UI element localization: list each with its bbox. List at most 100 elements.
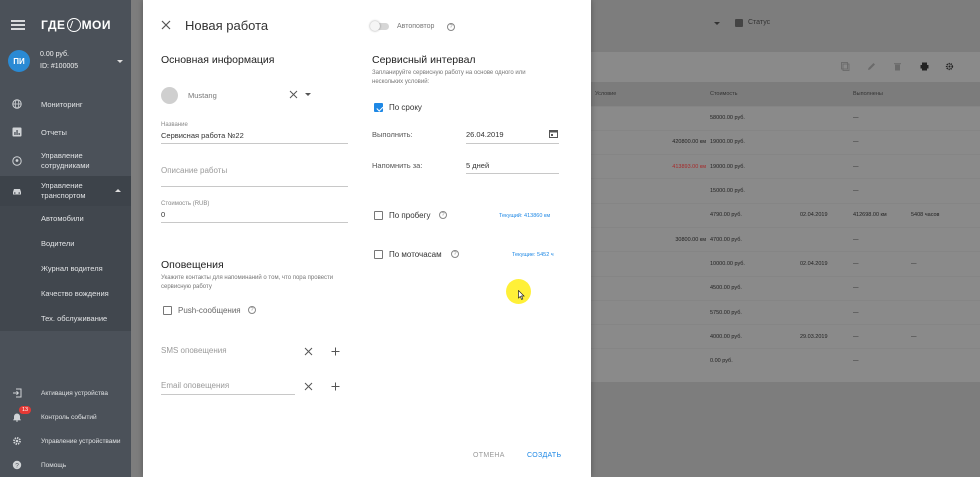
print-icon[interactable]: [920, 62, 929, 71]
table-row[interactable]: 30800.00 км 4700.00 руб. —: [591, 226, 980, 252]
autorepeat-toggle[interactable]: [370, 21, 389, 31]
settings-icon[interactable]: [945, 62, 954, 71]
create-button[interactable]: СОЗДАТЬ: [527, 452, 561, 459]
calendar-icon[interactable]: [549, 129, 558, 138]
sidebar-item-transport[interactable]: Управление транспортом: [0, 176, 131, 206]
remind-underline: [466, 173, 559, 174]
done-cell: —: [849, 348, 907, 374]
chevron-down-icon[interactable]: [305, 93, 311, 96]
date-cell: [796, 129, 849, 155]
execute-date-input[interactable]: 26.04.2019: [466, 130, 504, 139]
table-row[interactable]: 5750.00 руб. —: [591, 299, 980, 325]
sidebar-subitem-drivers[interactable]: Водители: [0, 231, 131, 256]
app-logo[interactable]: ГДЕ МОИ: [41, 18, 111, 32]
dialog-title: Новая работа: [185, 18, 269, 33]
sidebar-subitem-maintenance[interactable]: Тех. обслуживание: [0, 306, 131, 331]
sidebar-item-label: Управление транспортом: [41, 181, 86, 200]
help-icon[interactable]: ?: [439, 211, 447, 219]
help-icon[interactable]: ?: [447, 23, 455, 31]
by-date-checkbox[interactable]: [374, 103, 383, 112]
cost-cell: 10000.00 руб.: [706, 251, 796, 277]
help-icon[interactable]: ?: [248, 306, 256, 314]
condition-cell: [591, 275, 706, 301]
sms-input[interactable]: SMS оповещения: [161, 346, 227, 355]
date-cell: [796, 178, 849, 204]
close-icon[interactable]: [161, 20, 171, 30]
condition-cell: [591, 348, 706, 374]
logo-pin-icon: [66, 18, 81, 32]
chevron-down-icon[interactable]: [714, 22, 720, 25]
gear-icon: [13, 437, 21, 445]
hours-cell: [907, 226, 980, 252]
cost-input[interactable]: 0: [161, 210, 165, 219]
sidebar-item-label: Мониторинг: [41, 99, 83, 109]
description-input[interactable]: Описание работы: [161, 166, 227, 175]
by-hours-label: По моточасам: [389, 250, 442, 259]
sidebar-item-reports[interactable]: Отчеты: [0, 118, 131, 146]
condition-cell: [591, 105, 706, 131]
date-cell: [796, 105, 849, 131]
table-row[interactable]: 4790.00 руб. 02.04.2019 412698.00 км 5408 ч…: [591, 202, 980, 228]
push-checkbox[interactable]: [163, 306, 172, 315]
table-row[interactable]: 15000.00 руб. —: [591, 178, 980, 204]
column-header: Выполнены: [849, 82, 907, 106]
vehicle-avatar: [161, 87, 178, 104]
chevron-up-icon: [115, 189, 121, 192]
help-icon[interactable]: ?: [451, 250, 459, 258]
sidebar-subitem-driving-quality[interactable]: Качество вождения: [0, 281, 131, 306]
status-checkbox[interactable]: [735, 19, 743, 27]
sidebar-subitem-driver-log[interactable]: Журнал водителя: [0, 256, 131, 281]
clear-sms-icon[interactable]: [304, 347, 313, 356]
sidebar-subitem-cars[interactable]: Автомобили: [0, 206, 131, 231]
execute-label: Выполнить:: [372, 130, 413, 139]
table-row[interactable]: 420800.00 км 19000.00 руб. —: [591, 129, 980, 155]
sidebar-item-events[interactable]: 13 Контроль событий: [0, 405, 131, 429]
table-row[interactable]: 413893.00 км 19000.00 руб. —: [591, 154, 980, 179]
table-row[interactable]: 4500.00 руб. —: [591, 275, 980, 301]
remind-input[interactable]: 5 дней: [466, 161, 489, 170]
add-sms-icon[interactable]: [331, 347, 340, 356]
table-row[interactable]: 10000.00 руб. 02.04.2019— —: [591, 251, 980, 277]
table-row[interactable]: 4000.00 руб. 29.03.2019— —: [591, 324, 980, 349]
name-input[interactable]: Сервисная работа №22: [161, 131, 244, 140]
autorepeat-label: Автоповтор: [397, 23, 435, 30]
cost-label: Стоимость (RUB): [161, 201, 210, 207]
account-switcher[interactable]: ПИ 0.00 руб. ID: #100005: [0, 50, 131, 80]
current-mileage: Текущий: 413860 км: [499, 213, 551, 219]
sidebar-item-device-activation[interactable]: Активация устройства: [0, 381, 131, 405]
execute-underline: [466, 143, 559, 144]
email-underline: [161, 394, 295, 395]
email-input[interactable]: Email оповещения: [161, 381, 229, 390]
cancel-button[interactable]: ОТМЕНА: [473, 452, 505, 459]
by-mileage-checkbox[interactable]: [374, 211, 383, 220]
sidebar-header: ГДЕ МОИ: [0, 0, 131, 50]
push-label: Push-сообщения: [178, 306, 241, 315]
hours-cell: —: [907, 251, 980, 277]
by-hours-checkbox[interactable]: [374, 250, 383, 259]
vehicle-select-value[interactable]: Mustang: [188, 91, 217, 100]
add-email-icon[interactable]: [331, 382, 340, 391]
sidebar-item-devices[interactable]: Управление устройствами: [0, 429, 131, 453]
condition-cell: 30800.00 км: [591, 226, 706, 252]
copy-icon[interactable]: [841, 62, 850, 71]
sidebar-item-employees[interactable]: Управление сотрудниками: [0, 146, 131, 176]
sidebar-item-monitoring[interactable]: Мониторинг: [0, 90, 131, 118]
current-hours: Текущие: 5452 ч: [512, 252, 554, 258]
menu-icon[interactable]: [11, 20, 25, 30]
done-cell: —: [849, 275, 907, 301]
clear-email-icon[interactable]: [304, 382, 313, 391]
notification-badge: 13: [19, 406, 32, 414]
cost-cell: 15000.00 руб.: [706, 178, 796, 204]
status-filter-label: Статус: [748, 19, 771, 26]
sidebar-item-help[interactable]: ? Помощь: [0, 453, 131, 477]
name-label: Название: [161, 122, 188, 128]
clear-vehicle-icon[interactable]: [289, 90, 298, 99]
table-row[interactable]: 58000.00 руб. —: [591, 105, 980, 131]
edit-icon[interactable]: [867, 62, 876, 71]
delete-icon[interactable]: [893, 62, 902, 71]
table-row[interactable]: 0.00 руб. —: [591, 348, 980, 374]
basic-info-title: Основная информация: [161, 54, 275, 66]
date-cell: [796, 348, 849, 374]
mileage-cell: 412698.00 км: [849, 202, 907, 228]
done-cell: —: [849, 178, 907, 204]
